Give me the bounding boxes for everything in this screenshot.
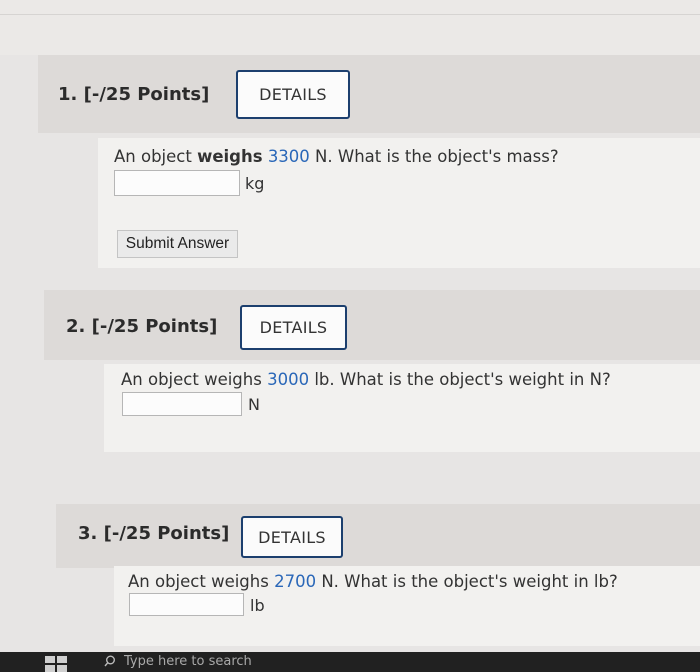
question-points: [-/25 Points] [91,316,218,337]
question-text-part: An object weighs [128,572,275,591]
page-top-band [0,0,700,55]
question-points: [-/25 Points] [103,523,230,544]
windows-start-icon[interactable] [45,656,69,672]
windows-taskbar: Type here to search [0,652,700,672]
question-text-part: An object weighs [121,370,268,389]
question-number: 2. [66,316,86,337]
question-text-part: An object [114,147,198,166]
question-3-text: An object weighs 2700 N. What is the obj… [128,572,618,591]
question-text-part: lb. What is the object's weight in N? [309,370,611,389]
details-button-1[interactable]: DETAILS [236,70,350,119]
question-value: 2700 [274,572,317,591]
question-2-label: 2. [-/25 Points] [66,316,217,337]
question-text-part: N. What is the object's weight in lb? [316,572,618,591]
answer-input-3[interactable] [129,593,244,616]
question-text-part: N. What is the object's mass? [309,147,559,166]
question-number: 1. [58,84,78,105]
question-text-bold: weighs [197,147,263,166]
question-2-text: An object weighs 3000 lb. What is the ob… [121,370,611,389]
divider [0,14,700,15]
question-number: 3. [78,523,98,544]
taskbar-search-input[interactable]: Type here to search [124,654,252,669]
details-button-2[interactable]: DETAILS [240,305,347,350]
question-1-text: An object weighs 3300 N. What is the obj… [114,147,559,166]
submit-answer-button[interactable]: Submit Answer [117,230,238,258]
question-value: 3000 [267,370,310,389]
answer-input-1[interactable] [114,170,240,196]
search-icon [104,655,115,667]
question-3-label: 3. [-/25 Points] [78,523,229,544]
unit-label-2: N [248,395,260,414]
answer-input-2[interactable] [122,392,242,416]
unit-label-1: kg [245,174,265,193]
question-1-label: 1. [-/25 Points] [58,84,209,105]
unit-label-3: lb [250,596,265,615]
question-points: [-/25 Points] [83,84,210,105]
details-button-3[interactable]: DETAILS [241,516,343,558]
question-value: 3300 [267,147,310,166]
